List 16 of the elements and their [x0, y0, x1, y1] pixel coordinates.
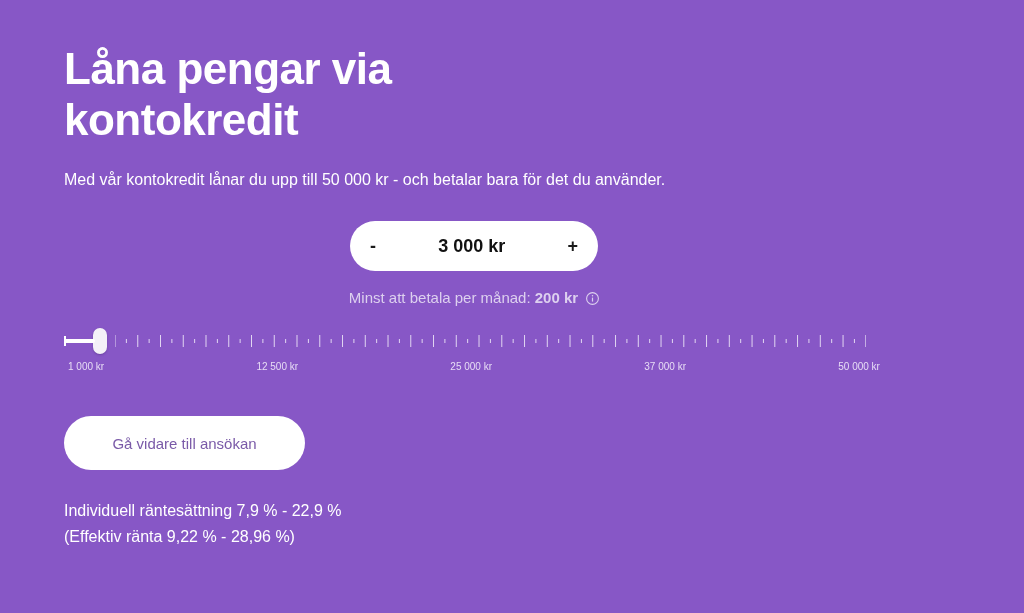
interest-rate-text: Individuell räntesättning 7,9 % - 22,9 %	[64, 501, 343, 521]
intro-text: Med vår kontokredit lånar du upp till 50 000 kr - och betalar bara för det du använder.	[64, 170, 667, 190]
decrease-button[interactable]: -	[362, 231, 384, 261]
info-icon[interactable]	[586, 291, 600, 305]
amount-value: 3 000 kr	[438, 235, 506, 257]
slider-thumb[interactable]	[93, 328, 108, 354]
minimum-payment-text: Minst att betala per månad: 200 kr	[348, 288, 579, 308]
tick-label: 50 000 kr	[838, 360, 880, 374]
tick-label: 12 500 kr	[256, 360, 299, 374]
page-heading: Låna pengar via kontokredit	[64, 43, 394, 145]
tick-label: 25 000 kr	[450, 360, 493, 374]
tick-label: 37 000 kr	[644, 360, 686, 374]
apply-button[interactable]: Gå vidare till ansökan	[64, 416, 305, 470]
interest-rate-text: (Effektiv ränta 9,22 % - 28,96 %)	[64, 527, 296, 547]
tick-label: 1 000 kr	[68, 360, 105, 374]
increase-button[interactable]: +	[559, 231, 586, 261]
